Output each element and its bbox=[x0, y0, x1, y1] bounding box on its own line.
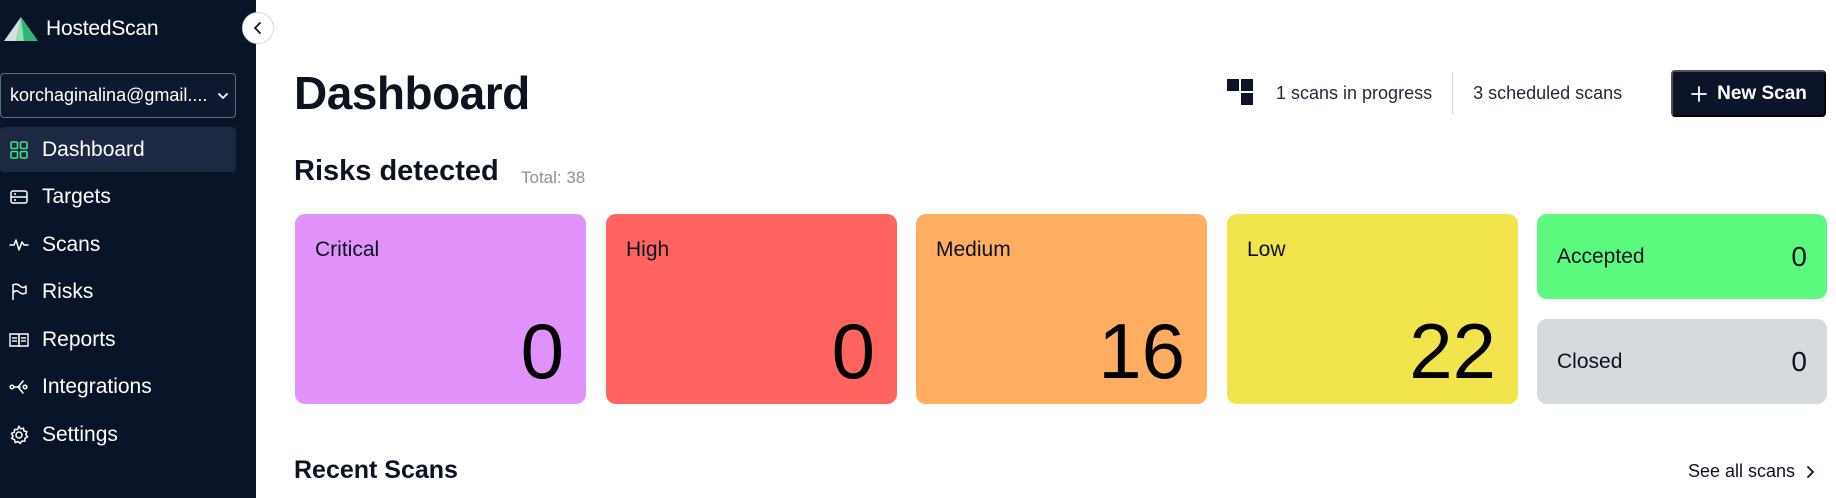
new-scan-button[interactable]: New Scan bbox=[1671, 70, 1826, 117]
risk-card-value: 16 bbox=[1098, 307, 1185, 395]
account-selector[interactable]: korchaginalina@gmail.... bbox=[0, 73, 236, 118]
risk-card-label: Low bbox=[1247, 238, 1286, 261]
risks-flag-icon bbox=[9, 282, 29, 302]
scans-progress-icon bbox=[1227, 79, 1253, 105]
account-email: korchaginalina@gmail.... bbox=[10, 85, 208, 105]
divider bbox=[1452, 72, 1454, 114]
risk-card-label: Medium bbox=[936, 238, 1011, 261]
risks-total: Total: 38 bbox=[521, 168, 586, 187]
recent-scans-title: Recent Scans bbox=[294, 456, 458, 484]
risk-card-value: 22 bbox=[1409, 307, 1496, 395]
dashboard-icon bbox=[9, 140, 29, 160]
scans-in-progress[interactable]: 1 scans in progress bbox=[1276, 83, 1432, 104]
targets-icon bbox=[9, 187, 29, 207]
risk-card-value: 0 bbox=[520, 307, 564, 395]
new-scan-label: New Scan bbox=[1717, 82, 1807, 104]
scans-icon bbox=[9, 235, 29, 255]
sidebar-item-label: Scans bbox=[42, 232, 101, 256]
risk-card-closed[interactable]: Closed 0 bbox=[1537, 319, 1827, 404]
plus-icon bbox=[1691, 85, 1708, 102]
scan-status: 1 scans in progress 3 scheduled scans bbox=[1226, 72, 1622, 114]
sidebar-item-dashboard[interactable]: Dashboard bbox=[0, 127, 236, 172]
risk-card-medium[interactable]: Medium 16 bbox=[916, 214, 1207, 404]
brand[interactable]: HostedScan bbox=[2, 14, 159, 44]
see-all-label: See all scans bbox=[1688, 461, 1796, 481]
chevron-down-icon bbox=[211, 90, 235, 102]
chevron-right-icon bbox=[1805, 465, 1815, 479]
sidebar-item-settings[interactable]: Settings bbox=[0, 412, 236, 457]
page-title: Dashboard bbox=[294, 67, 530, 119]
sidebar-item-reports[interactable]: Reports bbox=[0, 317, 236, 362]
sidebar-item-risks[interactable]: Risks bbox=[0, 270, 236, 315]
hostedscan-logo-icon bbox=[4, 17, 38, 41]
collapse-sidebar-button[interactable] bbox=[242, 12, 274, 44]
see-all-scans-link[interactable]: See all scans bbox=[1688, 461, 1815, 482]
sidebar-item-label: Reports bbox=[42, 327, 116, 351]
risk-card-accepted[interactable]: Accepted 0 bbox=[1537, 214, 1827, 299]
sidebar-nav: Dashboard Targets Scans Risks Reports In… bbox=[0, 127, 236, 460]
risk-card-label: High bbox=[626, 238, 670, 261]
scheduled-scans[interactable]: 3 scheduled scans bbox=[1473, 83, 1622, 104]
risk-card-value: 0 bbox=[831, 307, 875, 395]
closed-label: Closed bbox=[1557, 349, 1623, 373]
brand-name: HostedScan bbox=[46, 17, 159, 40]
risk-card-high[interactable]: High 0 bbox=[606, 214, 897, 404]
sidebar-item-integrations[interactable]: Integrations bbox=[0, 365, 236, 410]
risk-card-low[interactable]: Low 22 bbox=[1227, 214, 1518, 404]
sidebar-item-targets[interactable]: Targets bbox=[0, 175, 236, 220]
reports-book-icon bbox=[9, 330, 29, 350]
sidebar-item-label: Risks bbox=[42, 280, 94, 303]
risk-card-critical[interactable]: Critical 0 bbox=[295, 214, 586, 404]
sidebar-item-label: Targets bbox=[42, 185, 111, 208]
sidebar: HostedScan korchaginalina@gmail.... Dash… bbox=[0, 0, 256, 498]
accepted-value: 0 bbox=[1791, 240, 1807, 272]
sidebar-item-label: Integrations bbox=[42, 375, 152, 398]
chevron-left-icon bbox=[254, 22, 261, 34]
sidebar-item-scans[interactable]: Scans bbox=[0, 222, 236, 267]
risks-section-title: Risks detected bbox=[294, 155, 499, 187]
risk-card-label: Critical bbox=[315, 238, 380, 261]
integrations-icon bbox=[9, 377, 29, 397]
sidebar-item-label: Settings bbox=[42, 422, 118, 446]
gear-icon bbox=[9, 424, 29, 445]
accepted-label: Accepted bbox=[1557, 244, 1645, 268]
sidebar-item-label: Dashboard bbox=[42, 137, 145, 161]
closed-value: 0 bbox=[1791, 345, 1807, 377]
